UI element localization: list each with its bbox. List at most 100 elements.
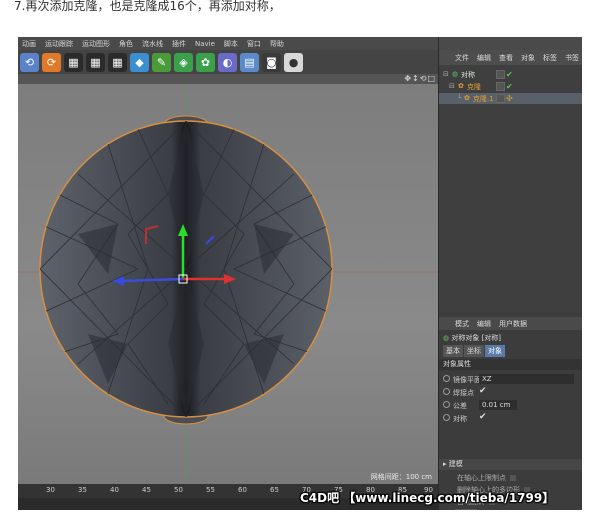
tab-coord[interactable]: 坐标 (464, 345, 484, 357)
object-row-cloner-1[interactable]: └ ✿ 克隆.1 ✣ (439, 93, 582, 104)
undo-icon[interactable]: ⟲ (20, 52, 39, 72)
timeline-tick: 60 (238, 486, 247, 494)
cube-icon[interactable]: ◆ (130, 52, 149, 72)
main-menubar: 动画 运动跟踪 运动图形 角色 流水线 插件 Navie 脚本 窗口 帮助 (18, 37, 438, 50)
viewport-nav-icons[interactable]: ✥↕⟲□ (404, 74, 436, 83)
tree-branch-icon: └ (457, 94, 462, 102)
tolerance-input[interactable]: 0.01 cm (479, 400, 517, 410)
render-view-icon[interactable]: ▦ (64, 52, 83, 72)
object-row-symmetry[interactable]: ⊟ ◍ 对称 ✔ (439, 69, 582, 80)
weld-points-checkbox[interactable]: ✔ (479, 386, 487, 396)
am-menu-user-data[interactable]: 用户数据 (499, 319, 527, 329)
visibility-toggle[interactable] (496, 70, 505, 79)
menu-item-animation[interactable]: 动画 (22, 39, 36, 49)
menu-item-script[interactable]: 脚本 (224, 39, 238, 49)
row-weld-points: 焊接点 ✔ (439, 386, 582, 398)
flip-button[interactable]: 翻转 (455, 509, 477, 510)
object-name: 克隆.1 (473, 95, 494, 103)
object-manager-menu: 文件 编辑 查看 对象 标签 书签 (439, 50, 582, 65)
expand-icon[interactable]: ⊟ (449, 82, 455, 90)
object-row-cloner[interactable]: ⊟ ✿ 克隆 ✔ (439, 81, 582, 92)
menu-item-character[interactable]: 角色 (119, 39, 133, 49)
render-settings-icon[interactable]: ▦ (108, 52, 127, 72)
timeline-tick: 65 (270, 486, 279, 494)
am-menu-mode[interactable]: 模式 (455, 319, 469, 329)
animate-radio[interactable] (443, 375, 450, 382)
menu-item-navie[interactable]: Navie (195, 40, 215, 48)
om-menu-objects[interactable]: 对象 (521, 53, 535, 63)
enable-check-icon[interactable]: ✔ (506, 70, 513, 79)
om-menu-edit[interactable]: 编辑 (477, 53, 491, 63)
grid-spacing-label: 网格间距：100 cm (370, 473, 432, 481)
attribute-manager: 模式 编辑 用户数据 ◍ 对称对象 [对称] 基本 坐标 对象 对象属性 镜像平… (438, 313, 582, 510)
menu-item-mograph[interactable]: 运动图形 (82, 39, 110, 49)
attribute-tabs: 基本 坐标 对象 (443, 345, 505, 357)
row-label: 公差 (453, 402, 467, 410)
option-label: 在轴心上限制点 (457, 474, 506, 482)
main-toolbar: ⟲ ⟳ ▦ ▦ ▦ ◆ ✎ ◈ ✿ ◐ ▤ ◙ ● (18, 50, 438, 74)
animate-radio[interactable] (443, 401, 450, 408)
am-menu-edit[interactable]: 编辑 (477, 319, 491, 329)
tutorial-caption: 7.再次添加克隆，也是克隆成16个，再添加对称， (14, 0, 281, 13)
attribute-title-text: 对称对象 [对称] (451, 334, 502, 342)
option-clamp-points[interactable]: 在轴心上限制点 (457, 473, 516, 483)
tag-icon[interactable]: ✣ (506, 94, 513, 103)
modeling-group-header[interactable]: ▸ 建模 (439, 459, 582, 470)
subdivision-icon[interactable]: ◈ (174, 52, 193, 72)
enable-check-icon[interactable]: ✔ (506, 82, 513, 91)
expand-icon[interactable]: ⊟ (443, 70, 449, 78)
camera-icon[interactable]: ◙ (262, 52, 281, 72)
symmetry-checkbox[interactable]: ✔ (479, 412, 487, 422)
tab-object[interactable]: 对象 (485, 345, 505, 357)
watermark: C4D吧 【www.linecg.com/tieba/1799】 (300, 491, 555, 505)
om-menu-bookmarks[interactable]: 书签 (565, 53, 579, 63)
om-menu-file[interactable]: 文件 (455, 53, 469, 63)
viewport-header: ✥↕⟲□ (18, 74, 438, 84)
attribute-manager-menu: 模式 编辑 用户数据 (439, 317, 582, 330)
floor-icon[interactable]: ▤ (240, 52, 259, 72)
menu-item-pipeline[interactable]: 流水线 (142, 39, 163, 49)
row-label: 对称 (453, 415, 467, 423)
om-menu-tags[interactable]: 标签 (543, 53, 557, 63)
cloner-icon[interactable]: ✿ (196, 52, 215, 72)
render-picture-icon[interactable]: ▦ (86, 52, 105, 72)
attribute-title: ◍ 对称对象 [对称] (443, 333, 501, 343)
timeline-tick: 35 (78, 486, 87, 494)
timeline-tick: 40 (110, 486, 119, 494)
row-label: 镜像平面 (453, 376, 481, 384)
animate-radio[interactable] (443, 414, 450, 421)
light-icon[interactable]: ● (284, 52, 303, 72)
sphere-render (18, 84, 438, 484)
row-symmetry: 对称 ✔ (439, 412, 582, 424)
timeline-tick: 30 (46, 486, 55, 494)
object-manager-strip (439, 37, 582, 50)
object-name: 克隆 (467, 83, 481, 91)
timeline-tick: 55 (206, 486, 215, 494)
timeline-tick: 50 (174, 486, 183, 494)
symmetry-icon: ◍ (452, 70, 459, 78)
redo-icon[interactable]: ⟳ (42, 52, 61, 72)
cinema4d-window: 动画 运动跟踪 运动图形 角色 流水线 插件 Navie 脚本 窗口 帮助 ⟲ … (18, 37, 582, 510)
menu-item-plugins[interactable]: 插件 (172, 39, 186, 49)
symmetry-icon: ◍ (443, 334, 450, 342)
row-tolerance: 公差 0.01 cm (439, 399, 582, 411)
tab-basic[interactable]: 基本 (443, 345, 463, 357)
section-header: 对象属性 (439, 359, 582, 370)
om-menu-view[interactable]: 查看 (499, 53, 513, 63)
row-mirror-plane: 镜像平面 XZ (439, 373, 582, 385)
menu-item-window[interactable]: 窗口 (247, 39, 261, 49)
visibility-toggle[interactable] (496, 82, 505, 91)
menu-item-motion-tracking[interactable]: 运动跟踪 (45, 39, 73, 49)
cloner-icon: ✿ (464, 94, 470, 102)
cloner-icon: ✿ (458, 82, 464, 90)
menu-item-help[interactable]: 帮助 (270, 39, 284, 49)
option-checkbox[interactable] (510, 475, 516, 481)
pen-icon[interactable]: ✎ (152, 52, 171, 72)
object-name: 对称 (461, 71, 475, 79)
mirror-plane-select[interactable]: XZ (479, 374, 574, 384)
animate-radio[interactable] (443, 388, 450, 395)
visibility-toggle[interactable] (496, 94, 505, 103)
deformer-icon[interactable]: ◐ (218, 52, 237, 72)
3d-viewport[interactable]: 网格间距：100 cm (18, 84, 438, 484)
row-label: 焊接点 (453, 389, 474, 397)
